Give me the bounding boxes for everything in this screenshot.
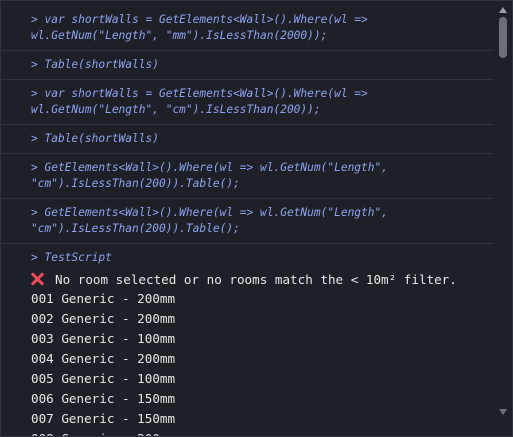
command-line: > TestScript (31, 251, 112, 264)
script-console: > var shortWalls = GetElements<Wall>().W… (0, 0, 513, 437)
command-line: > var shortWalls = GetElements<Wall>().W… (31, 13, 368, 26)
separator (1, 79, 494, 80)
command-entry: > GetElements<Wall>().Where(wl => wl.Get… (31, 160, 494, 192)
command-line: > var shortWalls = GetElements<Wall>().W… (31, 87, 368, 100)
scroll-up-arrow-icon[interactable] (499, 7, 507, 13)
command-entry: > var shortWalls = GetElements<Wall>().W… (31, 86, 494, 118)
command-line: > Table(shortWalls) (31, 58, 159, 71)
output-line: 007 Generic - 150mm (31, 411, 176, 426)
output-line: 008 Generic - 200mm (31, 429, 494, 436)
error-text: No room selected or no rooms match the <… (55, 272, 457, 287)
output-line: 004 Generic - 200mm (31, 351, 176, 366)
command-entry: > var shortWalls = GetElements<Wall>().W… (31, 12, 494, 44)
separator (1, 124, 494, 125)
output-line: 005 Generic - 100mm (31, 371, 176, 386)
cross-mark-icon (31, 273, 43, 285)
scrollbar-thumb[interactable] (499, 17, 507, 58)
separator (1, 50, 494, 51)
output-line: 001 Generic - 200mm (31, 291, 176, 306)
output-line: 002 Generic - 200mm (31, 311, 176, 326)
command-line: > Table(shortWalls) (31, 132, 159, 145)
error-message: No room selected or no rooms match the <… (31, 271, 494, 289)
command-line: "cm").IsLessThan(200)).Table(); (31, 177, 240, 190)
command-entry: > Table(shortWalls) (31, 131, 494, 147)
output-list: 001 Generic - 200mm 002 Generic - 200mm … (31, 289, 494, 436)
command-entry: > TestScript (31, 250, 494, 266)
command-line: > GetElements<Wall>().Where(wl => wl.Get… (31, 161, 388, 174)
command-line: wl.GetNum("Length", "cm").IsLessThan(200… (31, 103, 321, 116)
command-entry: > Table(shortWalls) (31, 57, 494, 73)
command-line: > GetElements<Wall>().Where(wl => wl.Get… (31, 206, 388, 219)
scroll-down-arrow-icon[interactable] (499, 409, 507, 415)
separator (1, 243, 494, 244)
output-line: 003 Generic - 100mm (31, 331, 176, 346)
separator (1, 153, 494, 154)
vertical-scrollbar[interactable] (495, 1, 512, 436)
output-line: 006 Generic - 150mm (31, 391, 176, 406)
command-line: "cm").IsLessThan(200)).Table(); (31, 222, 240, 235)
console-log[interactable]: > var shortWalls = GetElements<Wall>().W… (1, 1, 494, 436)
command-line: wl.GetNum("Length", "mm").IsLessThan(200… (31, 29, 328, 42)
command-entry: > GetElements<Wall>().Where(wl => wl.Get… (31, 205, 494, 237)
separator (1, 198, 494, 199)
